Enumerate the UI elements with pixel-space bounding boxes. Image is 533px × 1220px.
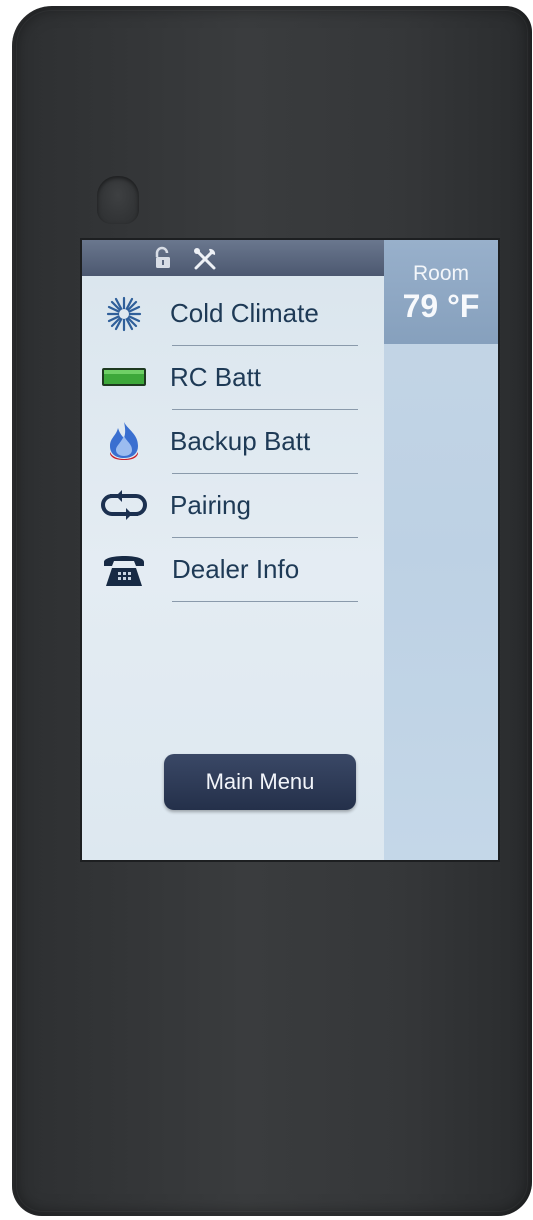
menu-item-backup-batt[interactable]: Backup Batt — [82, 410, 384, 474]
menu-item-label: Pairing — [170, 490, 251, 520]
menu-item-label: Backup Batt — [170, 426, 311, 456]
ir-sensor — [97, 176, 139, 224]
menu-item-rc-batt[interactable]: RC Batt — [82, 346, 384, 410]
touch-screen: Cold Climate RC Batt Backup Batt Pairing… — [82, 240, 498, 860]
room-temperature-display: Room 79 °F — [384, 240, 498, 344]
menu-item-pairing[interactable]: Pairing — [82, 474, 384, 538]
room-temperature-value: 79 °F — [402, 288, 480, 324]
tools-icon[interactable] — [192, 246, 216, 270]
menu-item-label: Cold Climate — [170, 298, 319, 328]
snowflake-icon — [98, 296, 150, 332]
menu-item-dealer-info[interactable]: Dealer Info — [82, 538, 384, 602]
menu-item-cold-climate[interactable]: Cold Climate — [82, 282, 384, 346]
settings-menu: Cold Climate RC Batt Backup Batt Pairing… — [82, 276, 384, 860]
unlock-icon — [152, 246, 176, 270]
menu-item-label: Dealer Info — [172, 554, 300, 584]
battery-icon — [98, 360, 150, 396]
main-menu-button[interactable]: Main Menu — [164, 754, 356, 810]
remote-control-device: Cold Climate RC Batt Backup Batt Pairing… — [12, 6, 532, 1216]
flame-icon — [98, 422, 150, 460]
pairing-arrows-icon — [98, 488, 150, 524]
status-panel: Room 79 °F — [384, 240, 498, 860]
room-label: Room — [412, 262, 470, 285]
telephone-icon — [98, 552, 150, 588]
menu-divider — [172, 601, 358, 602]
status-bar — [82, 240, 384, 276]
menu-item-label: RC Batt — [170, 362, 262, 392]
